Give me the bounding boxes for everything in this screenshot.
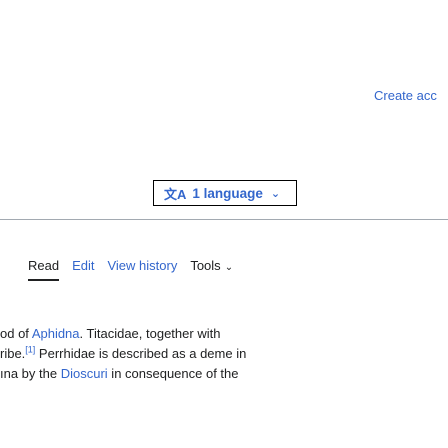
tab-edit[interactable]: Edit [72,258,94,273]
article-body: od of Aphidna. Titacidae, together with … [0,324,448,384]
translate-icon: 文A [164,186,187,202]
chevron-down-icon: ⌄ [270,187,281,200]
article-link-aphidna[interactable]: Aphidna [32,326,80,341]
header-divider [0,219,448,220]
article-line: ribe.[1] Perrhidae is described as a dem… [0,344,448,364]
article-link-dioscuri[interactable]: Dioscuri [61,366,108,381]
page-actions-tabs: Read Edit View history Tools ⌄ [28,258,246,281]
text-run: ına by the [0,366,61,381]
text-run: . Titacidae, together with [79,326,221,341]
tab-tools[interactable]: Tools ⌄ [190,258,233,273]
reference-link[interactable]: [1] [25,345,35,355]
text-run: ribe. [0,346,26,361]
language-button[interactable]: 文A 1 language ⌄ [153,180,297,206]
create-account-link[interactable]: Create acc [374,88,437,103]
text-run: od of [0,326,32,341]
chevron-down-icon: ⌄ [224,262,234,273]
text-run: in consequence of the [107,366,239,381]
tab-read[interactable]: Read [28,258,60,281]
language-button-label: 1 language [192,185,263,201]
text-run: Perrhidae is described as a deme in [35,346,247,361]
article-line: ına by the Dioscuri in consequence of th… [0,364,448,384]
tab-tools-label: Tools [190,258,221,273]
tab-view-history[interactable]: View history [107,258,177,273]
article-line: od of Aphidna. Titacidae, together with [0,324,448,344]
